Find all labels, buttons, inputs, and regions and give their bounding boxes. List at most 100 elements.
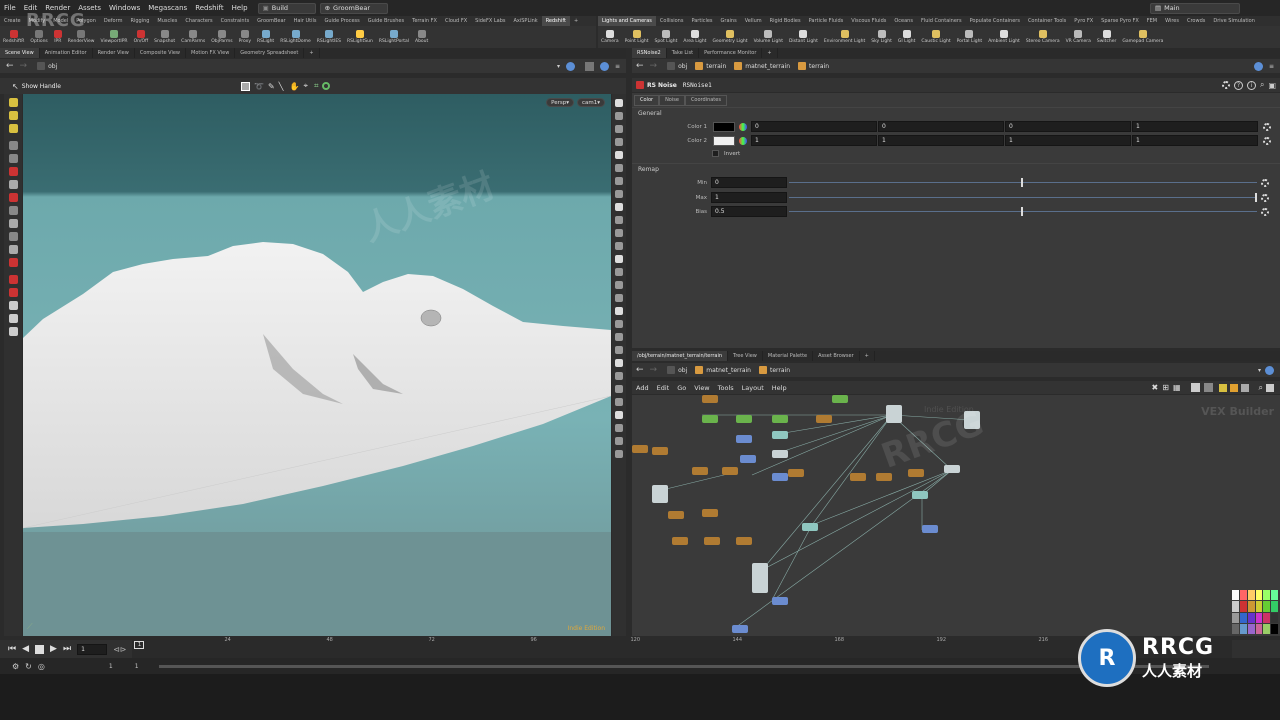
params-tab-take-list[interactable]: Take List (667, 48, 700, 58)
params-crumb-terrain[interactable]: terrain (695, 62, 726, 70)
color2-field-2[interactable]: 1 (1005, 135, 1131, 146)
color1-gear-icon[interactable] (1263, 122, 1271, 131)
tool-volume-light[interactable]: Volume Light (751, 30, 786, 44)
left-tool-12-icon[interactable] (8, 258, 18, 267)
grid-view-icon[interactable] (1203, 383, 1213, 392)
arrow-icon[interactable]: ↖ (12, 82, 19, 91)
left-tab-scene-view[interactable]: Scene View (0, 48, 40, 58)
tool-camera[interactable]: Camera (598, 30, 622, 44)
shader-node[interactable] (722, 467, 738, 475)
params-crumb-terrain[interactable]: terrain (798, 62, 829, 70)
bias-gear-icon[interactable] (1261, 207, 1269, 216)
shader-node[interactable] (736, 415, 752, 423)
left-tool-2-icon[interactable] (8, 124, 18, 133)
shelf-tab-constraints[interactable]: Constraints (217, 16, 254, 26)
shader-node[interactable] (652, 485, 668, 503)
display-option-3-icon[interactable] (615, 138, 623, 146)
shelf-tab-redshift[interactable]: Redshift (541, 16, 570, 26)
left-tool-0-icon[interactable] (8, 98, 18, 107)
play-icon[interactable]: ▶ (50, 644, 57, 654)
shelf-tab-guide-process[interactable]: Guide Process (320, 16, 363, 26)
skip-start-icon[interactable]: ⏮ (8, 644, 16, 654)
shader-node[interactable] (908, 469, 924, 477)
current-frame-field[interactable]: 1 (77, 643, 108, 655)
desktop-select[interactable]: ▣ Build (257, 2, 316, 14)
show-handle-label[interactable]: Show Handle (22, 83, 61, 90)
min-slider-handle[interactable] (1021, 178, 1023, 187)
left-tab-motion-fx-view[interactable]: Motion FX View (186, 48, 236, 58)
palette-swatch[interactable] (1247, 612, 1255, 623)
display-option-16-icon[interactable] (615, 307, 623, 315)
left-tool-6-icon[interactable] (8, 180, 18, 189)
shelf-tab-rigid-bodies[interactable]: Rigid Bodies (766, 16, 805, 26)
palette-swatch[interactable] (1271, 601, 1278, 612)
network-menu-help[interactable]: Help (768, 384, 791, 392)
left-tool-9-icon[interactable] (8, 219, 18, 228)
shelf-tab-cloud-fx[interactable]: Cloud FX (441, 16, 471, 26)
shelf-tab-pyro-fx[interactable]: Pyro FX (1070, 16, 1097, 26)
palette-swatch[interactable] (1232, 601, 1239, 612)
shelf-tab-sidefx-labs[interactable]: SideFX Labs (471, 16, 509, 26)
tool-ambient-light[interactable]: Ambient Light (985, 30, 1023, 44)
shader-node[interactable] (702, 395, 718, 403)
tool-geometry-light[interactable]: Geometry Light (709, 30, 750, 44)
display-option-0-icon[interactable] (615, 99, 623, 107)
palette-swatch[interactable] (1232, 590, 1239, 601)
shelf-tab-particles[interactable]: Particles (687, 16, 716, 26)
shader-node[interactable] (816, 415, 832, 423)
shelf-tab-terrain-fx[interactable]: Terrain FX (408, 16, 441, 26)
network-crumb-obj[interactable]: obj (667, 366, 687, 374)
shader-node[interactable] (944, 465, 960, 473)
tool-rslighties[interactable]: RSLightIES (314, 30, 344, 44)
shelf-tab-vellum[interactable]: Vellum (741, 16, 766, 26)
shelf-tab-grains[interactable]: Grains (717, 16, 741, 26)
subtab-noise[interactable]: Noise (659, 95, 685, 106)
shelf-tab-oceans[interactable]: Oceans (890, 16, 917, 26)
left-tool-10-icon[interactable] (8, 232, 18, 241)
grid-snap-icon[interactable]: ⌗ (314, 81, 319, 91)
palette-swatch[interactable] (1255, 601, 1263, 612)
general-label[interactable]: General (638, 110, 1274, 117)
display-option-13-icon[interactable] (615, 268, 623, 276)
search-icon[interactable]: ⌕ (1260, 80, 1264, 90)
shelf-tab-viscous-fluids[interactable]: Viscous Fluids (847, 16, 890, 26)
tool-portal-light[interactable]: Portal Light (954, 30, 986, 44)
display-option-24-icon[interactable] (615, 411, 623, 419)
tool-switcher[interactable]: Switcher (1094, 30, 1120, 44)
params-forward-icon[interactable]: → (650, 61, 658, 71)
palette-swatch[interactable] (1239, 601, 1247, 612)
display-option-12-icon[interactable] (615, 255, 623, 263)
network-dropdown-icon[interactable]: ▾ (1258, 367, 1261, 374)
brush-icon[interactable]: ✎ (268, 82, 275, 91)
bias-slider[interactable] (789, 206, 1257, 217)
display-option-15-icon[interactable] (615, 294, 623, 302)
left-tool-8-icon[interactable] (8, 206, 18, 215)
params-pin-icon[interactable] (1253, 61, 1263, 71)
color2-swatch[interactable] (713, 135, 735, 146)
network-menu-tools[interactable]: Tools (714, 384, 738, 392)
network-tab-tree-view[interactable]: Tree View (728, 351, 763, 361)
tool-area-light[interactable]: Area Light (680, 30, 709, 44)
forward-arrow-icon[interactable]: → (20, 61, 28, 71)
display-option-25-icon[interactable] (615, 424, 623, 432)
palette-swatch[interactable] (1232, 612, 1239, 623)
shelf-tab-create[interactable]: Create (0, 16, 25, 26)
shader-node[interactable] (668, 511, 684, 519)
snap-icon[interactable] (322, 82, 331, 90)
node-name-field[interactable]: RSNoise1 (683, 82, 712, 89)
shape-icon[interactable] (1240, 383, 1249, 392)
timeline-ruler[interactable]: 1 24 48 72 96 120 144 168 192 216 (132, 637, 1233, 658)
tool-stereo-camera[interactable]: Stereo Camera (1023, 30, 1063, 44)
tool-caustic-light[interactable]: Caustic Light (918, 30, 953, 44)
shelf-tab-container-tools[interactable]: Container Tools (1024, 16, 1070, 26)
palette-swatch[interactable] (1271, 590, 1278, 601)
tool-about[interactable]: About (412, 30, 431, 44)
select-box-icon[interactable] (240, 81, 250, 91)
shader-node[interactable] (850, 473, 866, 481)
menu-help[interactable]: Help (228, 4, 252, 12)
network-search-icon[interactable]: ⌕ (1259, 383, 1263, 393)
palette-swatch[interactable] (1255, 590, 1263, 601)
color1-field-0[interactable]: 0 (751, 121, 877, 132)
shelf-tab-crowds[interactable]: Crowds (1183, 16, 1209, 26)
palette-swatch[interactable] (1271, 612, 1278, 623)
